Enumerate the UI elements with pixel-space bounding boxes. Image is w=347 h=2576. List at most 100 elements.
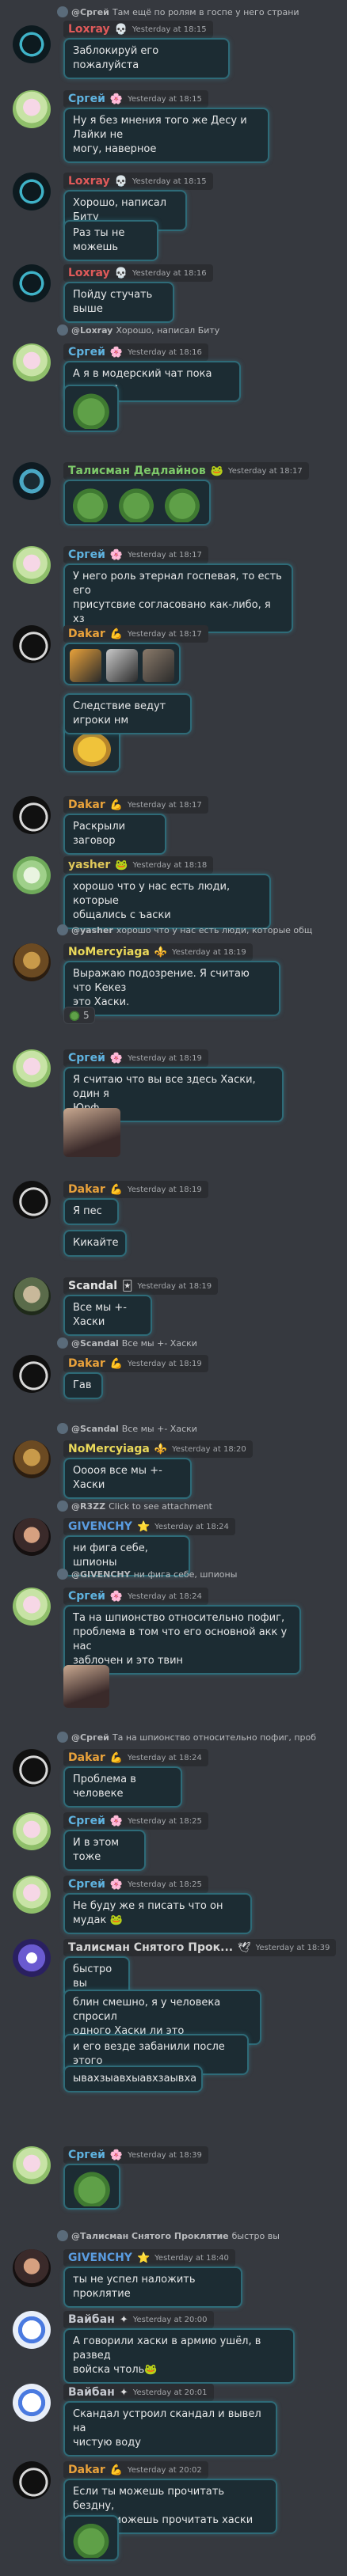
message-line: Проблема в человеке <box>73 1774 136 1800</box>
username[interactable]: Сргей <box>68 2149 105 2161</box>
avatar[interactable] <box>13 343 51 381</box>
timestamp: Yesterday at 18:15 <box>128 94 202 104</box>
username[interactable]: Сргей <box>68 346 105 359</box>
avatar[interactable] <box>13 173 51 211</box>
username[interactable]: Талисман Дедлайнов <box>68 465 206 477</box>
timestamp: Yesterday at 18:24 <box>128 1592 202 1601</box>
reply-avatar <box>57 324 68 336</box>
role-badge-icon: 🌸 <box>109 548 124 561</box>
avatar[interactable] <box>13 2311 51 2349</box>
username[interactable]: Scandal <box>68 1280 117 1292</box>
chat-log: @Сргей Там ещё по ролям в госпе у него ст… <box>0 0 347 2576</box>
username[interactable]: Dakar <box>68 1751 105 1764</box>
avatar[interactable] <box>13 1749 51 1787</box>
role-badge-icon: 💪 <box>109 2464 123 2476</box>
username[interactable]: Вайбан <box>68 2313 115 2326</box>
username[interactable]: Dakar <box>68 2464 105 2476</box>
timestamp: Yesterday at 18:15 <box>132 25 207 34</box>
timestamp: Yesterday at 20:02 <box>127 2465 202 2475</box>
message-line: Выражаю подозрение. Я считаю что Кекез <box>73 968 250 994</box>
avatar[interactable] <box>13 625 51 663</box>
username[interactable]: NoMercyiaga <box>68 1443 150 1455</box>
reply-author: @Талисман Снятого Проклятие <box>71 2230 229 2241</box>
frog-emoji <box>162 486 203 522</box>
username[interactable]: Сргей <box>68 1815 105 1827</box>
role-badge-icon: 🌸 <box>109 2149 124 2161</box>
message-header: Сргей 🌸 Yesterday at 18:16 <box>63 343 208 361</box>
message-header: Loxray 💀 Yesterday at 18:16 <box>63 264 213 282</box>
avatar[interactable] <box>13 2461 51 2499</box>
reply-preview[interactable]: @Loxray Хорошо, написал Биту <box>57 323 342 337</box>
avatar[interactable] <box>13 2384 51 2422</box>
role-badge-icon: 💪 <box>109 799 123 811</box>
role-badge-icon: ✦ <box>119 2313 128 2326</box>
username[interactable]: Loxray <box>68 23 110 36</box>
username[interactable]: Вайбан <box>68 2386 115 2399</box>
message-line: Заблокируй его пожалуйста <box>73 45 159 71</box>
username[interactable]: Dakar <box>68 628 105 640</box>
reply-avatar <box>57 924 68 935</box>
avatar[interactable] <box>13 25 51 63</box>
username[interactable]: Сргей <box>68 548 105 561</box>
avatar[interactable] <box>13 856 51 894</box>
reply-preview[interactable]: @Талисман Снятого Проклятие быстро вы <box>57 2229 342 2243</box>
timestamp: Yesterday at 18:17 <box>127 800 202 810</box>
username[interactable]: GIVENCHY <box>68 1520 132 1533</box>
message-header: Сргей 🌸 Yesterday at 18:19 <box>63 1049 208 1067</box>
avatar[interactable] <box>13 462 51 500</box>
username[interactable]: Сргей <box>68 1052 105 1064</box>
username[interactable]: Dakar <box>68 799 105 811</box>
username[interactable]: Dakar <box>68 1357 105 1370</box>
avatar[interactable] <box>13 1181 51 1219</box>
avatar[interactable] <box>13 1588 51 1626</box>
avatar[interactable] <box>13 1049 51 1087</box>
timestamp: Yesterday at 18:17 <box>127 629 202 639</box>
image-attachment[interactable] <box>63 1665 109 1708</box>
reply-preview[interactable]: @R3ZZ Click to see attachment <box>57 1499 342 1513</box>
reaction-pill[interactable]: 5 <box>63 1007 95 1024</box>
username[interactable]: NoMercyiaga <box>68 946 150 958</box>
avatar[interactable] <box>13 1876 51 1914</box>
avatar[interactable] <box>13 796 51 834</box>
sticker-image <box>63 2515 119 2561</box>
timestamp: Yesterday at 18:25 <box>128 1816 202 1826</box>
reply-preview[interactable]: @Сргей Там ещё по ролям в госпе у него ст… <box>57 5 342 19</box>
username[interactable]: yasher <box>68 859 110 871</box>
message-text: Кикайте <box>63 1230 127 1257</box>
reply-preview[interactable]: @GIVENCHY ни фига себе, шпионы <box>57 1567 342 1581</box>
avatar[interactable] <box>13 264 51 302</box>
avatar[interactable] <box>13 1440 51 1478</box>
image-attachment[interactable] <box>63 1108 120 1157</box>
reply-preview[interactable]: @Сргей Та на шпионство относительно пофиг… <box>57 1730 342 1744</box>
username[interactable]: Loxray <box>68 267 110 279</box>
reply-preview[interactable]: @Scandal Все мы +- Хаски <box>57 1336 342 1350</box>
username[interactable]: Сргей <box>68 1878 105 1891</box>
avatar[interactable] <box>13 1518 51 1556</box>
timestamp: Yesterday at 18:17 <box>128 550 202 560</box>
reply-text: Там ещё по ролям в госпе у него страни <box>112 6 299 17</box>
message-header: Dakar 💪 Yesterday at 18:24 <box>63 1749 208 1766</box>
avatar[interactable] <box>13 2249 51 2287</box>
avatar[interactable] <box>13 1277 51 1315</box>
username[interactable]: Сргей <box>68 1590 105 1603</box>
username[interactable]: Loxray <box>68 175 110 188</box>
timestamp: Yesterday at 18:19 <box>172 947 246 957</box>
username[interactable]: GIVENCHY <box>68 2252 132 2264</box>
avatar[interactable] <box>13 1355 51 1393</box>
username[interactable]: Сргей <box>68 93 105 105</box>
avatar[interactable] <box>13 943 51 981</box>
reply-preview[interactable]: @Scandal Все мы +- Хаски <box>57 1421 342 1436</box>
avatar[interactable] <box>13 1939 51 1977</box>
avatar[interactable] <box>13 1812 51 1850</box>
avatar[interactable] <box>13 2146 51 2184</box>
message-header: Dakar 💪 Yesterday at 20:02 <box>63 2461 208 2479</box>
reply-preview[interactable]: @yasher хорошо что у нас есть люди, котор… <box>57 923 342 937</box>
reply-author: @Scandal <box>71 1337 119 1349</box>
reply-text: Все мы +- Хаски <box>121 1337 197 1349</box>
username[interactable]: Талисман Снятого Прок... <box>68 1941 233 1954</box>
avatar[interactable] <box>13 90 51 128</box>
username[interactable]: Dakar <box>68 1183 105 1196</box>
reply-author: @Сргей <box>71 6 109 17</box>
avatar[interactable] <box>13 546 51 584</box>
reply-avatar <box>57 1423 68 1434</box>
